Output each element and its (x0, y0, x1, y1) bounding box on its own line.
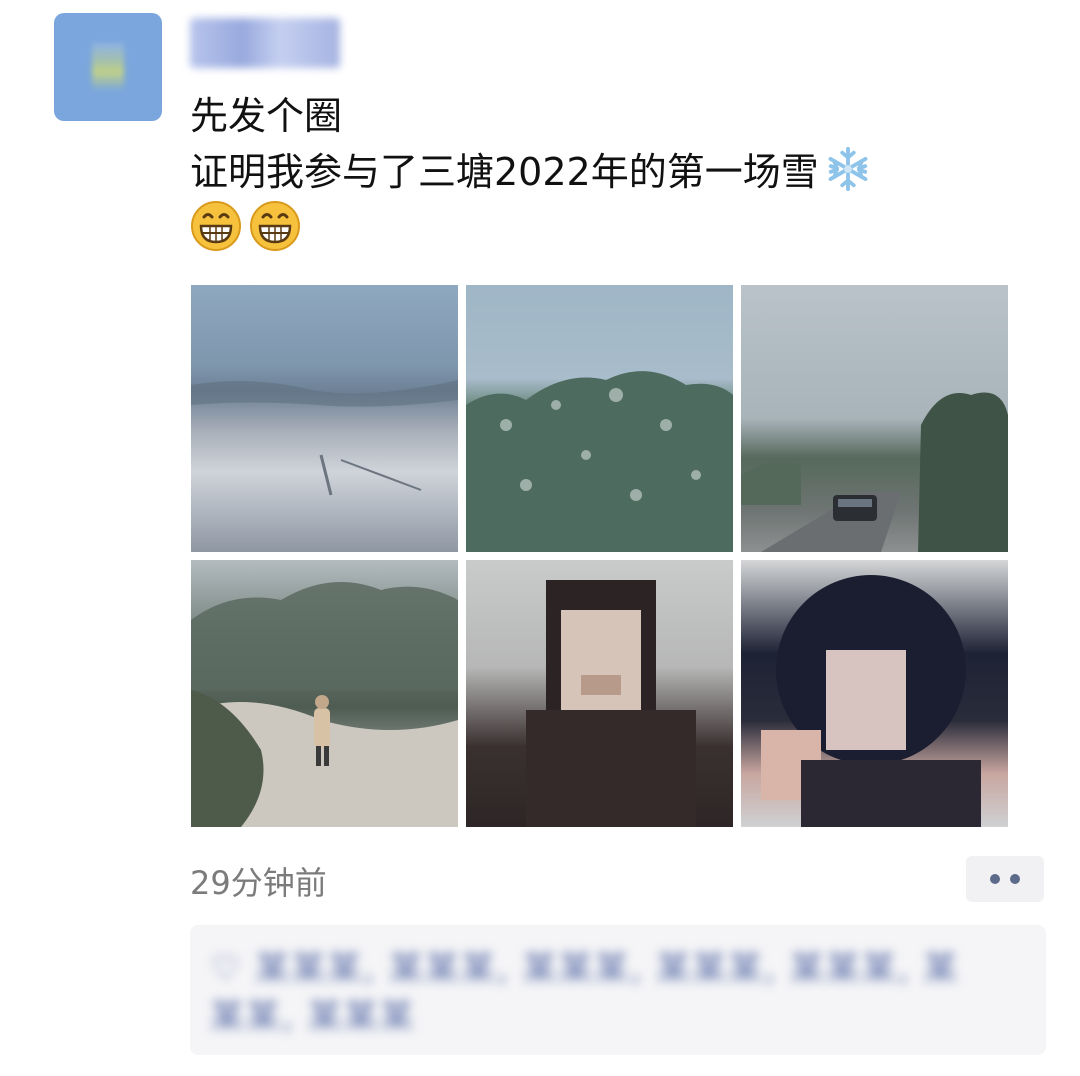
emoji-row (190, 200, 303, 256)
avatar[interactable] (54, 13, 162, 121)
likes-list-blurred[interactable]: ♡ 某某某, 某某某, 某某某, 某某某, 某某某, 某某某, 某某某 (210, 945, 990, 1041)
dot-icon (1010, 874, 1020, 884)
frosted-trees-photo[interactable] (466, 285, 733, 552)
post-time: 29分钟前 (190, 864, 327, 902)
person-in-snow-photo[interactable] (191, 560, 458, 827)
grin-icon (191, 201, 241, 251)
post-text: 先发个圈 证明我参与了三塘2022年的第一场雪 (190, 88, 1050, 200)
selfie-peace-sign-photo[interactable] (741, 560, 1008, 827)
post-line-1: 先发个圈 (190, 94, 343, 138)
more-actions-button[interactable] (966, 856, 1044, 902)
foggy-road-car-photo[interactable] (741, 285, 1008, 552)
snowy-field-photo[interactable] (191, 285, 458, 552)
photo-grid (191, 285, 1009, 827)
dot-icon (990, 874, 1000, 884)
snowflake-icon (828, 146, 868, 192)
post-line-2-text: 证明我参与了三塘2022年的第一场雪 (190, 150, 819, 194)
post-line-2: 证明我参与了三塘2022年的第一场雪 (190, 144, 1050, 200)
selfie-blurred-photo[interactable] (466, 560, 733, 827)
username-blurred[interactable] (190, 18, 340, 68)
likes-panel: ♡ 某某某, 某某某, 某某某, 某某某, 某某某, 某某某, 某某某 (190, 925, 1046, 1055)
grin-icon (250, 201, 301, 251)
